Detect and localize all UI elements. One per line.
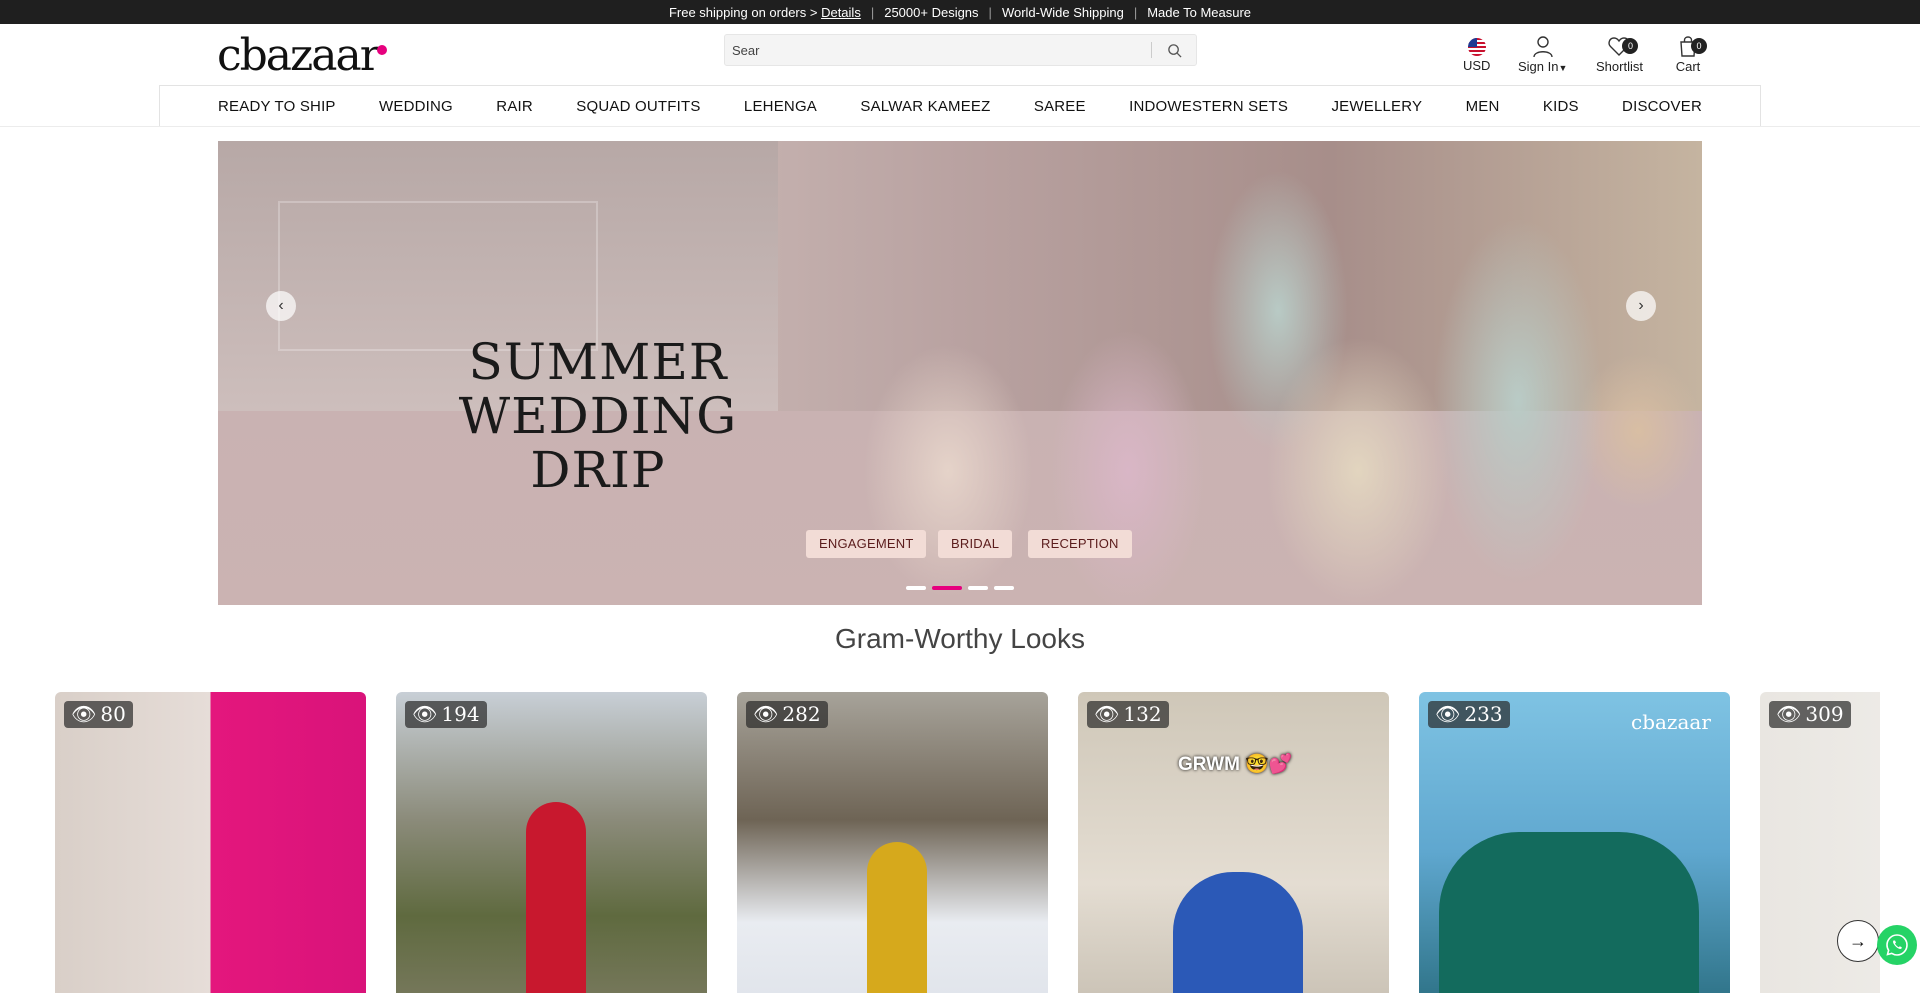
sign-in-menu[interactable]: Sign In▼ (1518, 34, 1567, 74)
logo-dot (376, 45, 387, 55)
nav-item-jewellery[interactable]: JEWELLERY (1331, 98, 1422, 115)
reel-card[interactable]: 👁 132 GRWM 🤓💕 (1078, 692, 1389, 993)
reel-subject (526, 802, 586, 993)
search-bar (724, 34, 1197, 66)
nav-item-discover[interactable]: DISCOVER (1622, 98, 1702, 115)
reel-subject (867, 842, 927, 993)
reel-card[interactable]: 👁 194 (396, 692, 707, 993)
hero-banner[interactable]: SUMMER WEDDING DRIP ‹ › ENGAGEMENT BRIDA… (218, 141, 1702, 605)
site-header: cbazaar USD Sign In▼ 0 Shortlist (0, 24, 1920, 86)
nav-item-wedding[interactable]: WEDDING (379, 98, 453, 115)
shortlist-icon-wrap: 0 (1606, 34, 1639, 58)
view-count: 👁 233 (1428, 701, 1510, 728)
eye-icon: 👁 (412, 702, 438, 726)
section-title: Gram-Worthy Looks (835, 623, 1085, 654)
slide-dot-active[interactable] (932, 586, 962, 590)
hero-photo-people (798, 141, 1702, 605)
view-count: 👁 80 (64, 701, 133, 728)
currency-label: USD (1463, 58, 1491, 73)
slide-dot[interactable] (906, 586, 926, 590)
cart-button[interactable]: 0 Cart (1675, 34, 1707, 74)
nav-divider (0, 126, 1920, 127)
arrow-right-icon: → (1849, 930, 1867, 951)
worldwide-note: World-Wide Shipping (1001, 4, 1124, 20)
whatsapp-button[interactable] (1877, 925, 1917, 965)
chip-engagement[interactable]: ENGAGEMENT (806, 530, 927, 558)
view-count: 👁 194 (405, 701, 487, 728)
nav-item-salwar-kameez[interactable]: SALWAR KAMEEZ (860, 98, 990, 115)
chip-reception[interactable]: RECEPTION (1028, 530, 1132, 558)
shortlist-label: Shortlist (1596, 59, 1643, 74)
hero-next-button[interactable]: › (1626, 291, 1656, 321)
hero-wall-panel (278, 201, 598, 351)
view-count: 👁 282 (746, 701, 828, 728)
logo[interactable]: cbazaar (217, 30, 387, 81)
reel-subject (1439, 832, 1699, 993)
chip-bridal[interactable]: BRIDAL (938, 530, 1013, 558)
search-button[interactable] (1152, 34, 1196, 66)
measure-note: Made To Measure (1147, 4, 1252, 20)
hero-pagination (218, 586, 1702, 590)
nav-item-kids[interactable]: KIDS (1543, 98, 1579, 115)
reel-card[interactable]: 👁 233 cbazaar (1419, 692, 1730, 993)
eye-icon: 👁 (1435, 702, 1461, 726)
reels-next-button[interactable]: → (1837, 920, 1879, 962)
search-input[interactable] (725, 42, 1151, 58)
cart-icon-wrap: 0 (1675, 34, 1707, 58)
hero-headline-line1: SUMMER (468, 333, 728, 391)
reels-carousel: 👁 80 👁 194 👁 282 👁 132 GRWM 🤓💕 👁 233 cbazaar … (0, 692, 1880, 993)
hero-prev-button[interactable]: ‹ (266, 291, 296, 321)
slide-dot[interactable] (968, 586, 988, 590)
sign-in-wrap: Sign In▼ (1518, 59, 1567, 74)
view-count: 👁 132 (1087, 701, 1169, 728)
currency-selector[interactable]: USD (1463, 34, 1490, 73)
slide-dot[interactable] (994, 586, 1014, 590)
nav-item-saree[interactable]: SAREE (1034, 98, 1086, 115)
hero-headline-line2: WEDDING DRIP (458, 387, 738, 499)
view-count: 👁 309 (1769, 701, 1851, 728)
shortlist-button[interactable]: 0 Shortlist (1596, 34, 1643, 74)
nav-item-ready-to-ship[interactable]: READY TO SHIP (218, 98, 336, 115)
nav-item-squad-outfits[interactable]: SQUAD OUTFITS (576, 98, 700, 115)
details-link[interactable]: Details (821, 5, 861, 20)
eye-icon: 👁 (71, 702, 97, 726)
nav-item-lehenga[interactable]: LEHENGA (744, 98, 817, 115)
reel-caption: GRWM 🤓💕 (1178, 754, 1293, 775)
reel-card[interactable]: 👁 80 (55, 692, 366, 993)
eye-icon: 👁 (1776, 702, 1802, 726)
reel-subject (1173, 872, 1303, 993)
cart-label: Cart (1675, 59, 1701, 74)
announcement-bar: Free shipping on orders > Details | 2500… (0, 0, 1920, 24)
nav-item-rair[interactable]: RAIR (496, 98, 533, 115)
shipping-note: Free shipping on orders > Details (668, 4, 861, 20)
nav-item-men[interactable]: MEN (1466, 98, 1500, 115)
hero-headline: SUMMER WEDDING DRIP (388, 335, 808, 497)
us-flag-icon (1467, 38, 1486, 56)
search-icon (1167, 43, 1182, 58)
main-nav: READY TO SHIP WEDDING RAIR SQUAD OUTFITS… (159, 85, 1761, 127)
cart-count: 0 (1691, 38, 1707, 54)
caret-down-icon: ▼ (1558, 63, 1568, 73)
eye-icon: 👁 (753, 702, 779, 726)
chevron-right-icon: › (1638, 297, 1644, 314)
eye-icon: 👁 (1094, 702, 1120, 726)
reel-card[interactable]: 👁 282 (737, 692, 1048, 993)
sign-in-label: Sign In (1518, 59, 1559, 74)
chevron-left-icon: ‹ (278, 297, 284, 314)
nav-item-indowestern-sets[interactable]: INDOWESTERN SETS (1129, 98, 1288, 115)
reel-watermark: cbazaar (1631, 710, 1711, 734)
whatsapp-icon (1886, 934, 1908, 956)
user-icon (1533, 36, 1553, 58)
designs-note: 25000+ Designs (884, 4, 979, 20)
shortlist-count: 0 (1622, 38, 1639, 54)
